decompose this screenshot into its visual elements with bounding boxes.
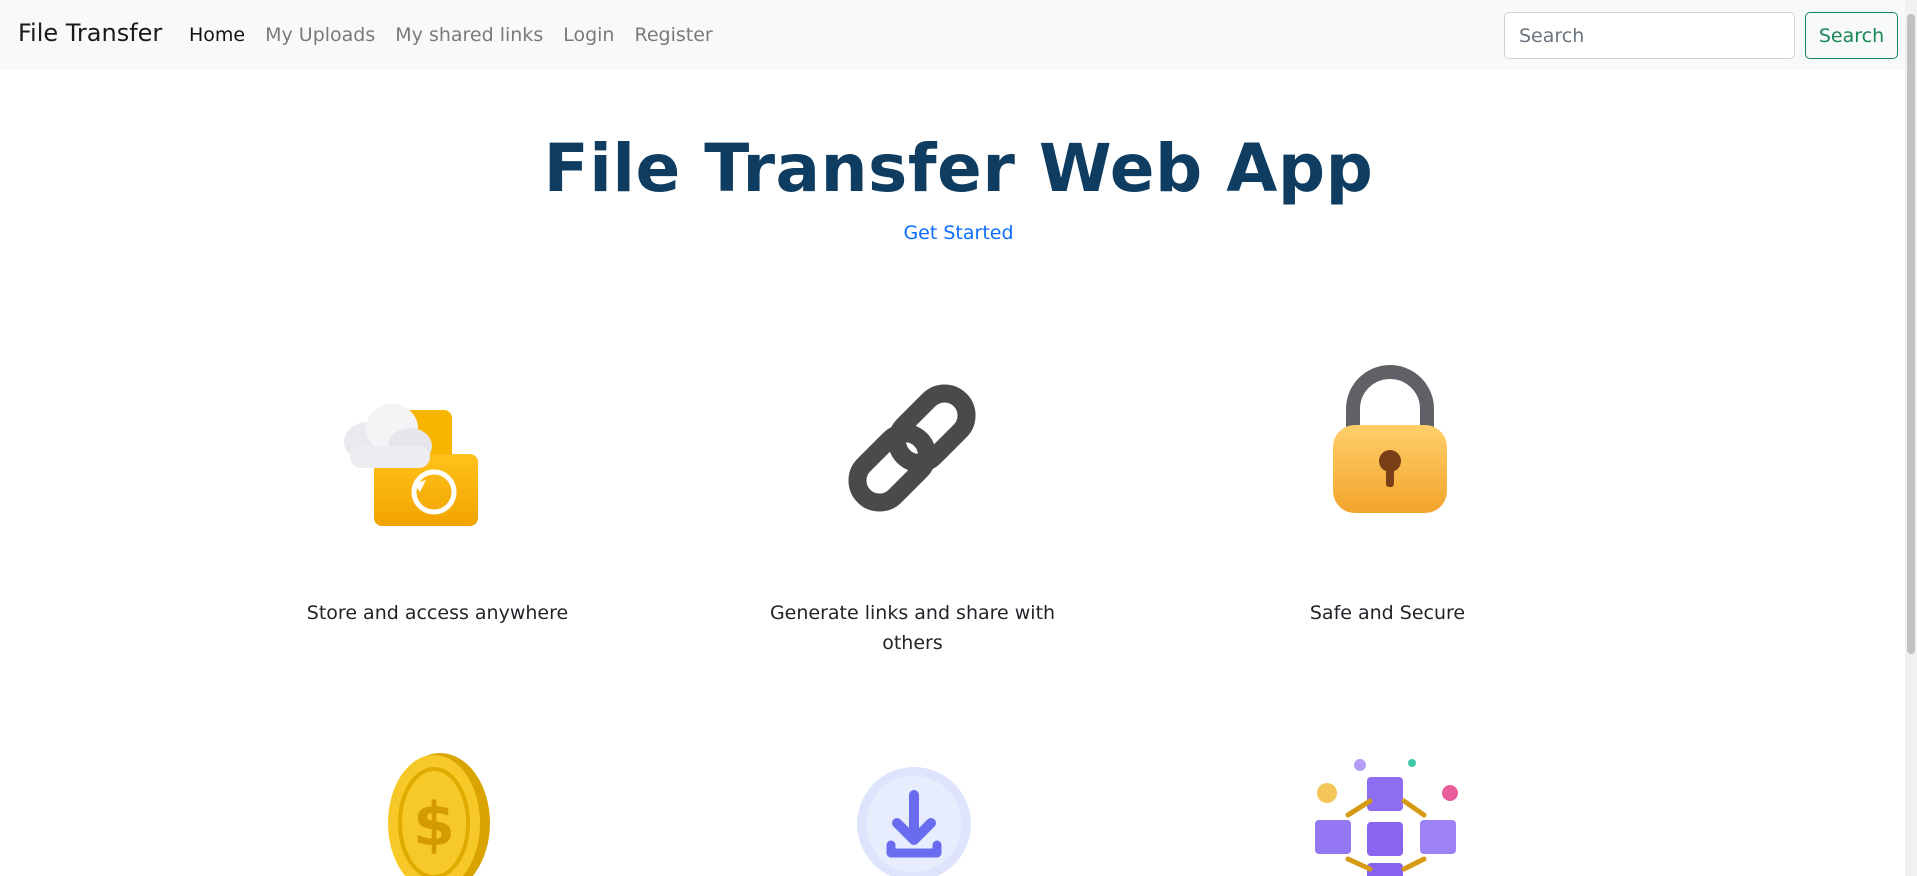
feature-label-secure: Safe and Secure bbox=[1309, 602, 1466, 624]
feature-label-links: Generate links and share with others bbox=[769, 602, 1056, 654]
nav-link-login[interactable]: Login bbox=[563, 24, 614, 46]
scrollbar-thumb[interactable] bbox=[1907, 14, 1915, 654]
padlock-icon bbox=[1325, 365, 1455, 515]
get-started-link[interactable]: Get Started bbox=[0, 222, 1917, 244]
nav-link-home[interactable]: Home bbox=[189, 24, 245, 46]
nav-links: Home My Uploads My shared links Login Re… bbox=[189, 24, 733, 46]
nav-link-my-shared-links[interactable]: My shared links bbox=[395, 24, 543, 46]
download-icon bbox=[855, 765, 973, 876]
nav-link-register[interactable]: Register bbox=[634, 24, 712, 46]
coin-icon: $ bbox=[380, 745, 495, 876]
blockchain-cubes-icon bbox=[1300, 755, 1475, 876]
feature-label-store: Store and access anywhere bbox=[306, 602, 569, 624]
search-button[interactable]: Search bbox=[1805, 12, 1898, 59]
search-input[interactable] bbox=[1504, 12, 1795, 59]
hero-title: File Transfer Web App bbox=[543, 130, 1374, 207]
svg-text:$: $ bbox=[413, 790, 455, 860]
cloud-folder-icon bbox=[340, 400, 480, 530]
navbar-brand[interactable]: File Transfer bbox=[18, 19, 162, 47]
link-icon bbox=[832, 368, 992, 528]
navbar: File Transfer Home My Uploads My shared … bbox=[0, 0, 1917, 70]
nav-link-my-uploads[interactable]: My Uploads bbox=[265, 24, 375, 46]
